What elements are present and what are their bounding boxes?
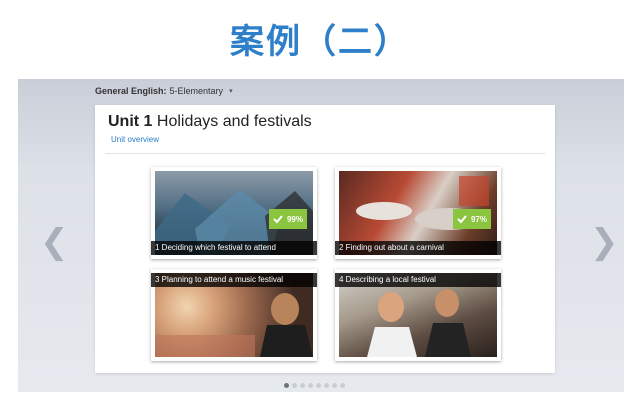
pager-dot[interactable] <box>324 383 329 388</box>
pager-dot[interactable] <box>300 383 305 388</box>
progress-badge-1: 99% <box>269 209 307 229</box>
pager-dot[interactable] <box>332 383 337 388</box>
pager-dot[interactable] <box>316 383 321 388</box>
lesson-card-1[interactable]: 99% 1 Deciding which festival to attend <box>151 167 317 259</box>
course-level: 5-Elementary <box>169 86 224 96</box>
slide-title: 案例（二） <box>230 22 410 62</box>
course-screen: General English: 5-Elementary ▾ ❮ ❯ Unit… <box>18 79 624 392</box>
progress-value: 97% <box>470 214 487 224</box>
divider <box>105 153 545 154</box>
checkmark-icon <box>273 215 283 224</box>
unit-number: Unit 1 <box>108 113 153 130</box>
next-unit-button[interactable]: ❯ <box>590 225 619 259</box>
lesson-card-2[interactable]: 97% 2 Finding out about a carnival <box>335 167 501 259</box>
course-label: General English: <box>95 86 167 96</box>
lesson-caption: 2 Finding out about a carnival <box>335 241 501 255</box>
pager-dot[interactable] <box>308 383 313 388</box>
chevron-down-icon: ▾ <box>229 88 233 95</box>
pager-dot[interactable] <box>340 383 345 388</box>
course-selector[interactable]: General English: 5-Elementary ▾ <box>95 86 233 96</box>
previous-unit-button[interactable]: ❮ <box>40 225 69 259</box>
slide-pager <box>284 383 345 388</box>
progress-value: 99% <box>286 214 303 224</box>
pager-dot[interactable] <box>284 383 289 388</box>
unit-title: Unit 1 Holidays and festivals <box>108 113 312 131</box>
lesson-caption: 4 Describing a local festival <box>335 273 501 287</box>
pager-dot[interactable] <box>292 383 297 388</box>
unit-name: Holidays and festivals <box>156 113 312 130</box>
unit-overview-link[interactable]: Unit overview <box>111 135 159 144</box>
lesson-card-3[interactable]: 3 Planning to attend a music festival <box>151 269 317 361</box>
checkmark-icon <box>457 215 467 224</box>
lesson-card-4[interactable]: 4 Describing a local festival <box>335 269 501 361</box>
progress-badge-2: 97% <box>453 209 491 229</box>
unit-panel: Unit 1 Holidays and festivals Unit overv… <box>95 105 555 373</box>
lesson-caption: 3 Planning to attend a music festival <box>151 273 317 287</box>
lesson-caption: 1 Deciding which festival to attend <box>151 241 317 255</box>
